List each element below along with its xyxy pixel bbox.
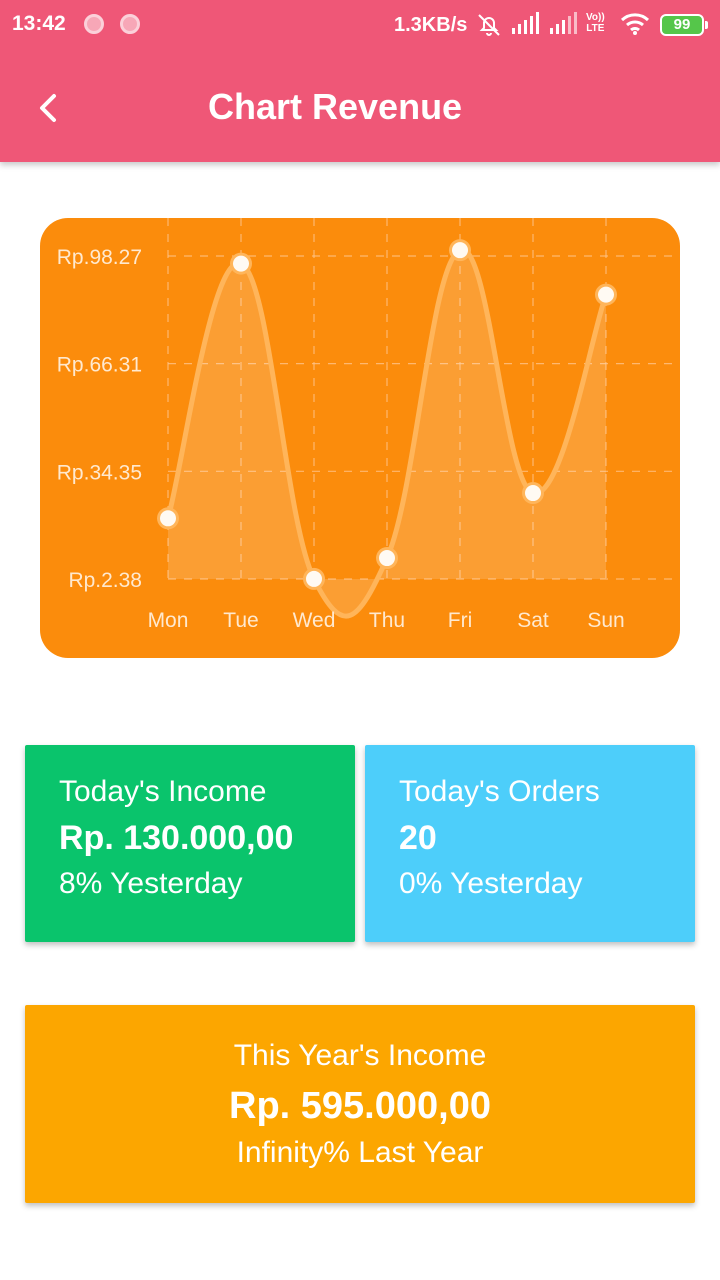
signal-icon [550, 12, 577, 34]
x-tick-label: Tue [223, 609, 258, 632]
y-tick-label: Rp.34.35 [57, 461, 142, 484]
notification-dot-icon [84, 14, 104, 34]
x-tick-label: Sat [517, 609, 549, 632]
chevron-left-icon [40, 94, 56, 122]
page-title: Chart Revenue [208, 86, 463, 127]
revenue-chart-svg: Rp.2.38 Rp.34.35 Rp.66.31 Rp.98.27 Mon Tue Wed… [57, 218, 680, 632]
data-point [598, 286, 614, 303]
data-point [306, 570, 322, 587]
x-tick-label: Thu [369, 609, 405, 632]
y-tick-label: Rp.98.27 [57, 246, 142, 269]
orders-card-value: 20 [399, 819, 437, 857]
notification-dot-icon [120, 14, 140, 34]
data-point [452, 242, 468, 259]
this-years-income-card[interactable]: This Year's Income Rp. 595.000,00 Infini… [25, 1005, 695, 1203]
income-card-comparison: 8% Yesterday [59, 867, 243, 900]
data-point [160, 510, 176, 527]
network-speed: 1.3KB/s [394, 14, 468, 36]
revenue-chart: Rp.2.38 Rp.34.35 Rp.66.31 Rp.98.27 Mon Tue Wed… [40, 218, 680, 658]
year-card-value: Rp. 595.000,00 [229, 1085, 491, 1127]
orders-card-comparison: 0% Yesterday [399, 867, 583, 900]
wifi-icon [620, 13, 650, 35]
data-point [233, 255, 249, 272]
orders-card-title: Today's Orders [399, 775, 600, 808]
back-button[interactable] [26, 82, 70, 134]
income-card-title: Today's Income [59, 775, 267, 808]
todays-orders-card[interactable]: Today's Orders 20 0% Yesterday [365, 745, 695, 942]
x-tick-label: Sun [587, 609, 624, 632]
x-tick-label: Wed [293, 609, 336, 632]
y-tick-label: Rp.66.31 [57, 354, 142, 377]
x-tick-label: Mon [148, 609, 189, 632]
data-point [379, 550, 395, 567]
income-card-value: Rp. 130.000,00 [59, 819, 294, 857]
alarm-off-icon [478, 14, 500, 36]
year-card-title: This Year's Income [233, 1039, 487, 1072]
year-card-comparison: Infinity% Last Year [236, 1136, 484, 1169]
signal-icon [512, 12, 539, 34]
status-bar: 13:42 1.3KB/s Vo)) LTE 99 [0, 0, 720, 52]
data-point [525, 485, 541, 502]
volte-icon: Vo)) LTE [586, 12, 605, 34]
x-tick-label: Fri [448, 609, 473, 632]
y-tick-label: Rp.2.38 [68, 569, 142, 592]
battery-icon: 99 [660, 14, 708, 36]
todays-income-card[interactable]: Today's Income Rp. 130.000,00 8% Yesterd… [25, 745, 355, 942]
app-header: 13:42 1.3KB/s Vo)) LTE 99 Chart Revenue [0, 0, 720, 162]
status-time: 13:42 [12, 12, 66, 35]
